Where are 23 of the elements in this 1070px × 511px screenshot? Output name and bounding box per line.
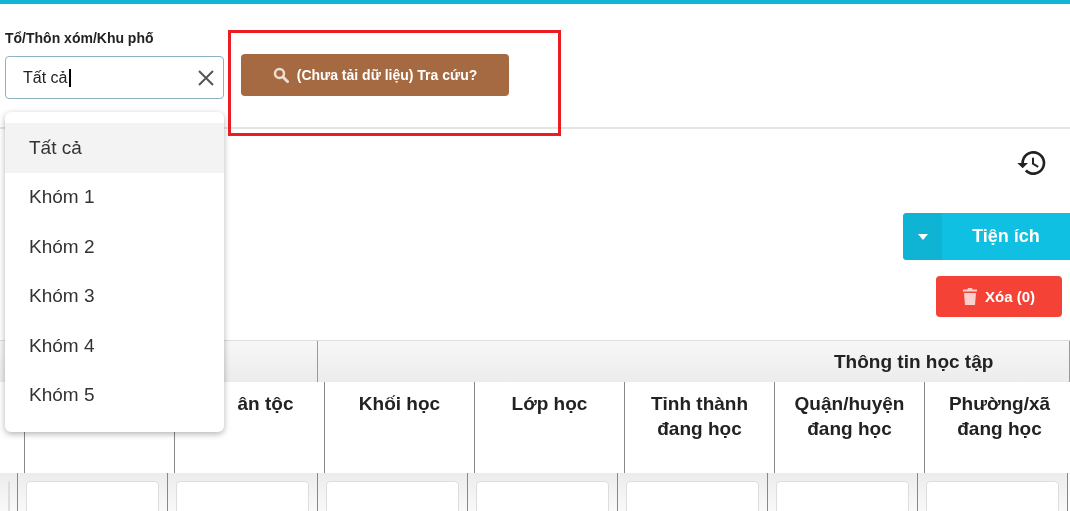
column-filter-input[interactable] [776, 481, 909, 511]
column-filter-input[interactable] [476, 481, 609, 511]
clear-icon[interactable] [197, 68, 215, 87]
column-filter-input[interactable] [626, 481, 759, 511]
search-icon [272, 67, 289, 83]
dropdown-option[interactable]: Khóm 1 [5, 172, 224, 222]
column-filter-input[interactable] [176, 481, 309, 511]
delete-button[interactable]: Xóa (0) [936, 276, 1062, 317]
trash-icon [963, 288, 977, 305]
field-label: Tổ/Thôn xóm/Khu phố [5, 30, 155, 48]
field-value: Tất cả [23, 68, 72, 87]
dropdown-option[interactable]: Khóm 3 [5, 271, 224, 321]
dropdown-option[interactable]: Khóm 4 [5, 321, 224, 371]
search-button[interactable]: (Chưa tải dữ liệu) Tra cứu? [241, 54, 509, 96]
column-filter-input[interactable] [326, 481, 459, 511]
group-header: Thông tin học tập [318, 341, 1070, 382]
caret-icon [917, 233, 928, 240]
dropdown-option[interactable]: Khóm 2 [5, 222, 224, 272]
column-filter-input[interactable] [26, 481, 159, 511]
column-filter-input[interactable] [926, 481, 1059, 511]
area-select-field[interactable]: Tất cả [5, 56, 224, 99]
dropdown-option[interactable]: Khóm 5 [5, 370, 224, 420]
dropdown-option[interactable]: Tất cả [5, 123, 224, 173]
